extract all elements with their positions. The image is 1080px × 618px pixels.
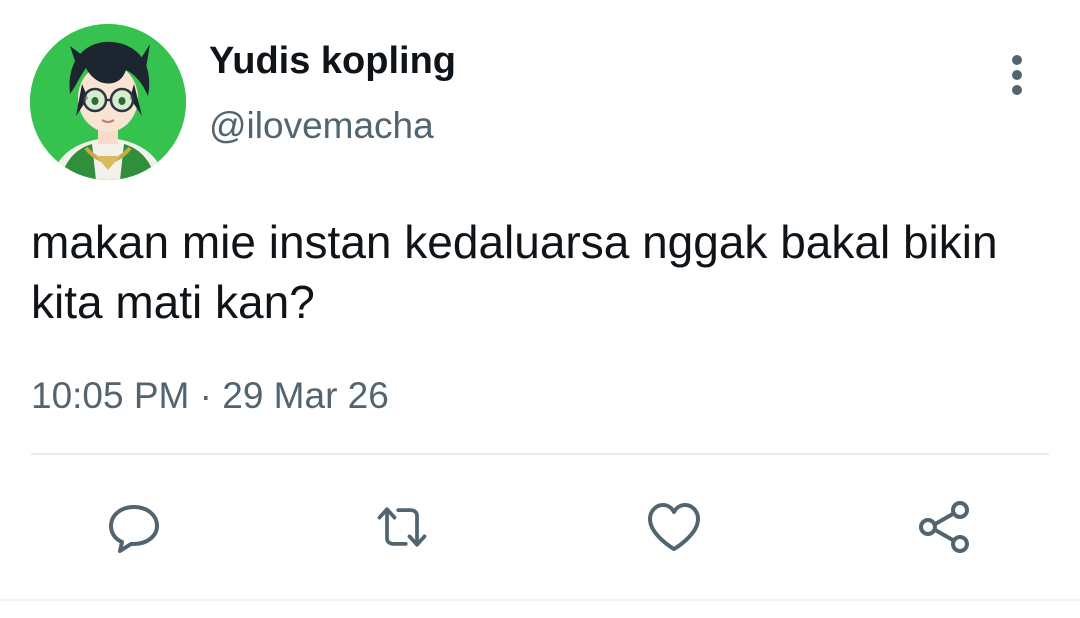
heart-icon [648, 503, 700, 551]
like-button[interactable] [644, 497, 704, 557]
retweet-button[interactable] [372, 497, 432, 557]
author-handle[interactable]: @ilovemacha [209, 104, 434, 148]
vertical-dots-icon [1012, 55, 1022, 95]
chat-bubble-icon [109, 505, 159, 553]
share-button[interactable] [914, 497, 974, 557]
retweet-icon [377, 507, 427, 547]
avatar-image [30, 24, 186, 180]
bottom-divider [0, 599, 1080, 601]
avatar[interactable] [30, 24, 186, 180]
divider [31, 453, 1049, 455]
more-options-button[interactable] [994, 50, 1040, 100]
tweet-card: Yudis kopling @ilovemacha makan mie inst… [0, 0, 1080, 618]
tweet-timestamp[interactable]: 10:05 PM · 29 Mar 26 [31, 373, 389, 419]
share-nodes-icon [919, 501, 969, 553]
reply-button[interactable] [104, 497, 164, 557]
author-display-name[interactable]: Yudis kopling [209, 39, 456, 83]
tweet-text: makan mie instan kedaluarsa nggak bakal … [31, 216, 998, 328]
